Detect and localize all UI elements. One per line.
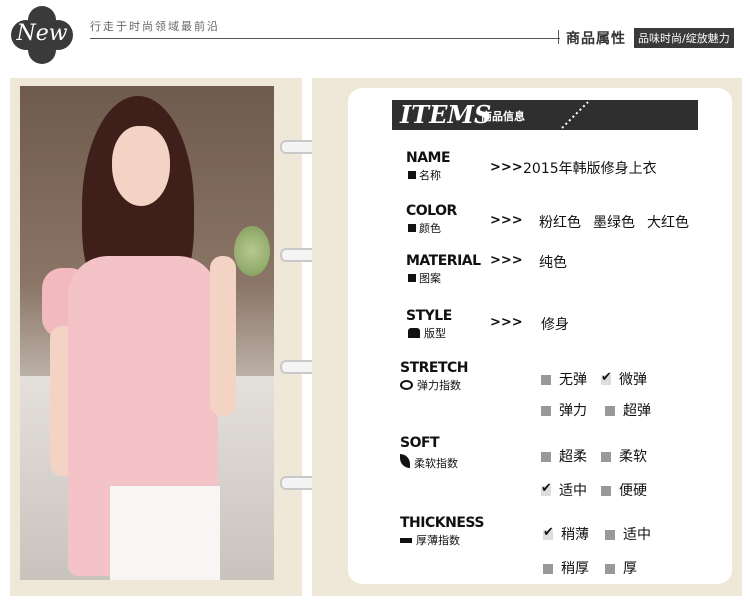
- name-label: NAME: [406, 150, 451, 166]
- stretch-label-cn: 弹力指数: [400, 377, 461, 393]
- stretch-option: 无弹: [541, 369, 587, 389]
- name-value: 2015年韩版修身上衣: [523, 161, 657, 177]
- style-label: STYLE: [406, 308, 452, 324]
- items-title: ITEMS: [400, 100, 492, 129]
- color-label: COLOR: [406, 203, 457, 219]
- model-face: [112, 126, 170, 206]
- thickness-label-cn: 厚薄指数: [400, 532, 460, 548]
- material-label: MATERIAL: [406, 253, 481, 269]
- color-label-cn: 颜色: [408, 220, 441, 236]
- items-title-cn: 商品信息: [481, 110, 525, 123]
- product-photo: [20, 86, 274, 580]
- soft-label-cn: 柔软指数: [400, 454, 458, 471]
- color-value-2: 墨绿色: [593, 215, 635, 231]
- spring-icon: [400, 380, 413, 390]
- dotted-slash-icon: [561, 101, 589, 129]
- plant: [234, 226, 270, 276]
- logo-text: New: [16, 21, 68, 46]
- model-arm-right: [210, 256, 236, 416]
- soft-option: 柔软: [601, 446, 647, 466]
- color-value-1: 粉红色: [539, 215, 581, 231]
- stretch-label: STRETCH: [400, 360, 469, 376]
- style-value: 修身: [541, 317, 569, 333]
- checkbox-icon: [605, 530, 615, 540]
- square-bullet-icon: [408, 224, 416, 232]
- stretch-option: 弹力: [541, 400, 587, 420]
- thickness-option: 厚: [605, 558, 637, 578]
- name-arrow: >>>: [490, 160, 523, 175]
- checkbox-icon: [543, 564, 553, 574]
- checkbox-checked-icon: [541, 481, 552, 496]
- checkbox-icon: [601, 486, 611, 496]
- style-arrow: >>>: [490, 315, 523, 330]
- checkbox-icon: [601, 452, 611, 462]
- square-bullet-icon: [408, 274, 416, 282]
- stretch-option: 超弹: [605, 400, 651, 420]
- layer-icon: [400, 538, 412, 543]
- color-arrow: >>>: [490, 213, 523, 228]
- soft-option: 适中: [541, 480, 587, 500]
- stretch-option: 微弹: [601, 369, 647, 389]
- soft-option: 超柔: [541, 446, 587, 466]
- white-pants: [110, 486, 220, 580]
- checkbox-checked-icon: [543, 525, 554, 540]
- square-bullet-icon: [408, 171, 416, 179]
- soft-option: 便硬: [601, 480, 647, 500]
- checkbox-checked-icon: [601, 370, 612, 385]
- header-divider: [90, 38, 560, 39]
- color-value-3: 大红色: [647, 215, 689, 231]
- style-label-cn: 版型: [408, 325, 446, 341]
- thickness-label: THICKNESS: [400, 515, 484, 531]
- checkbox-icon: [541, 452, 551, 462]
- checkbox-icon: [605, 564, 615, 574]
- checkbox-icon: [541, 375, 551, 385]
- checkbox-icon: [541, 406, 551, 416]
- thickness-option: 稍薄: [543, 524, 589, 544]
- material-label-cn: 图案: [408, 270, 441, 286]
- attributes-title: 商品属性: [566, 31, 626, 47]
- soft-label: SOFT: [400, 435, 440, 451]
- checkbox-icon: [605, 406, 615, 416]
- attributes-badge: 品味时尚/绽放魅力: [634, 28, 734, 48]
- material-value: 纯色: [539, 255, 567, 271]
- material-arrow: >>>: [490, 253, 523, 268]
- name-label-cn: 名称: [408, 167, 441, 183]
- feather-icon: [400, 454, 410, 468]
- thickness-option: 稍厚: [543, 558, 589, 578]
- tshirt-icon: [408, 328, 420, 338]
- tagline: 行走于时尚领域最前沿: [90, 20, 220, 33]
- header-divider-tick: [558, 30, 559, 44]
- thickness-option: 适中: [605, 524, 651, 544]
